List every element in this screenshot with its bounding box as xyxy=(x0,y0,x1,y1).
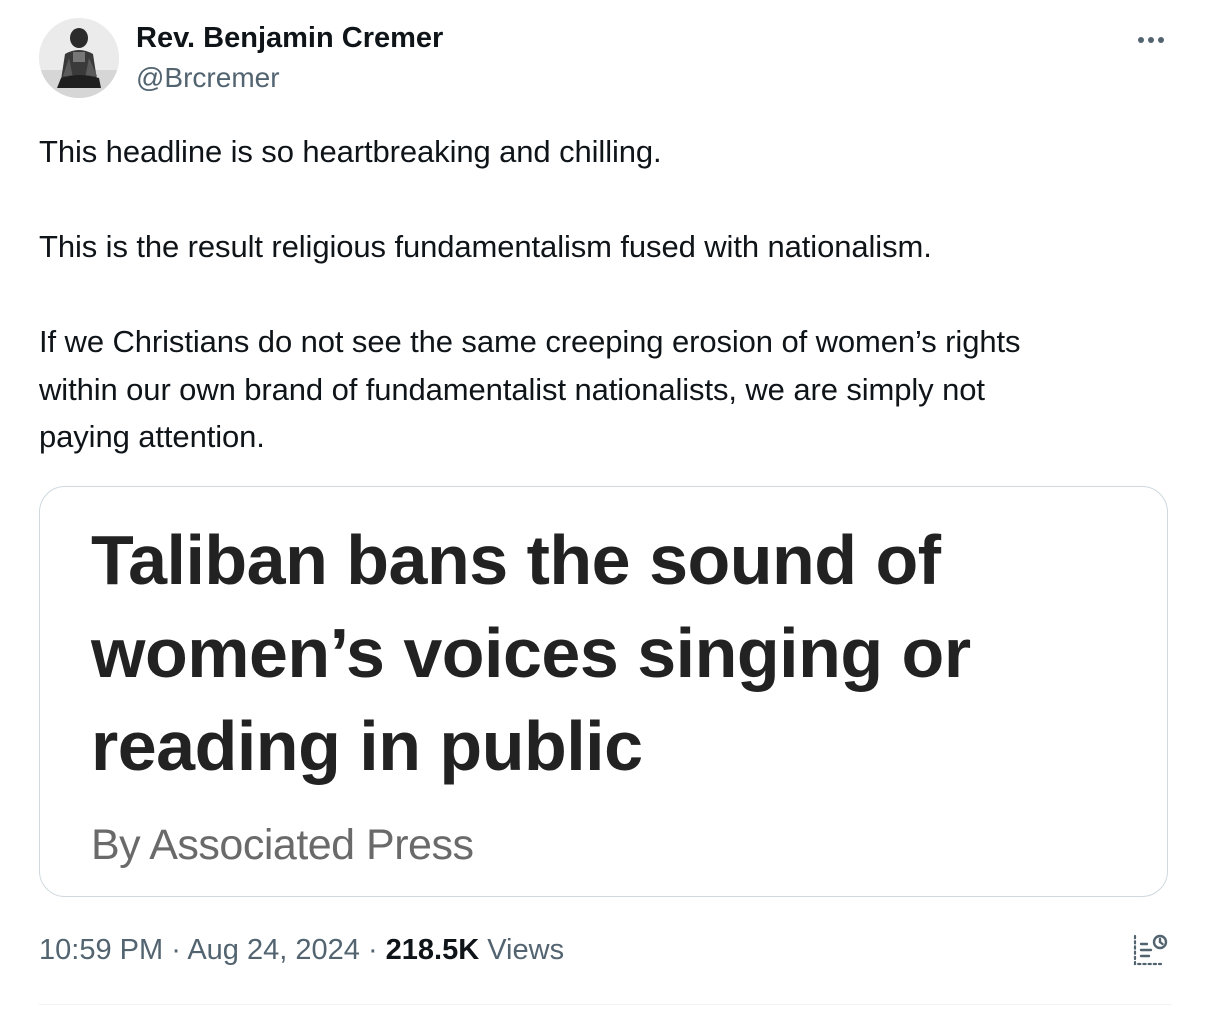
more-horizontal-icon[interactable] xyxy=(1131,26,1171,54)
media-card[interactable]: Taliban bans the sound of women’s voices… xyxy=(39,486,1168,897)
tweet-text-line: If we Christians do not see the same cre… xyxy=(39,324,1021,359)
analytics-icon[interactable] xyxy=(1131,930,1171,970)
tweet-meta: 10:59 PM · Aug 24, 2024 · 218.5K Views xyxy=(39,930,564,970)
divider xyxy=(39,1004,1172,1005)
profile-photo-icon xyxy=(39,18,119,98)
avatar[interactable] xyxy=(39,18,119,98)
meta-separator: · xyxy=(171,934,188,966)
headline-line: reading in public xyxy=(91,707,643,785)
tweet-text-line: within our own brand of fundamentalist n… xyxy=(39,371,985,407)
tweet-text-line: This headline is so heartbreaking and ch… xyxy=(39,134,662,169)
headline-line: Taliban bans the sound of xyxy=(91,521,941,599)
views-label: Views xyxy=(487,934,565,966)
tweet-text-line: This is the result religious fundamental… xyxy=(39,229,932,264)
news-headline: Taliban bans the sound of women’s voices… xyxy=(91,514,1151,793)
tweet-text: This headline is so heartbreaking and ch… xyxy=(39,128,1179,461)
tweet-text-line: paying attention. xyxy=(39,419,265,454)
author-handle[interactable]: @Brcremer xyxy=(136,60,280,96)
tweet-time[interactable]: 10:59 PM xyxy=(39,934,163,966)
tweet: Rev. Benjamin Cremer @Brcremer This head… xyxy=(0,0,1208,1010)
meta-separator: · xyxy=(367,934,386,966)
headline-line: women’s voices singing or xyxy=(91,614,971,692)
news-byline: By Associated Press xyxy=(91,821,474,869)
views-count: 218.5K xyxy=(385,934,488,966)
author-display-name[interactable]: Rev. Benjamin Cremer xyxy=(136,20,443,56)
tweet-date[interactable]: Aug 24, 2024 xyxy=(187,934,360,966)
